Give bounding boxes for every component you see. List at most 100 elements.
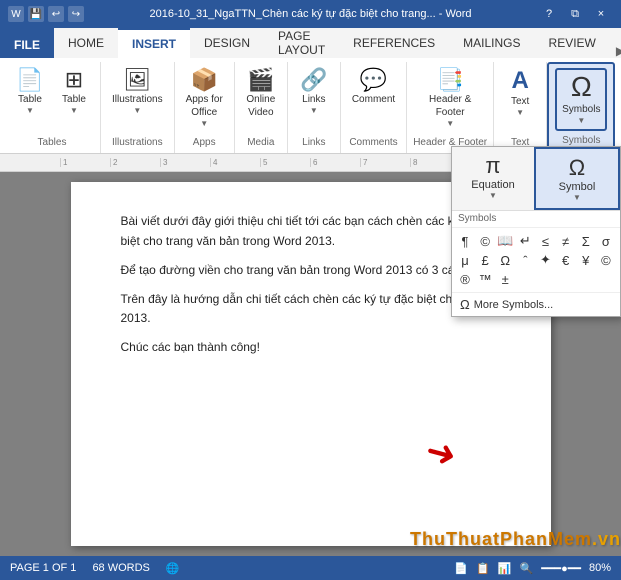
text-arrow: ▼	[516, 108, 524, 118]
illustrations-content: 🖼 Illustrations ▼	[107, 64, 168, 135]
tables-label: Tables	[10, 135, 94, 151]
save-icon[interactable]: 💾	[28, 6, 44, 22]
word-icon: W	[8, 6, 24, 22]
symbol-arrow: ▼	[573, 193, 581, 202]
text-content: A Text ▼	[500, 64, 540, 135]
window-controls: ? ⧉ ×	[537, 4, 613, 24]
symbol-book[interactable]: 📖	[496, 232, 514, 250]
comment-button[interactable]: 💬 Comment	[347, 66, 400, 109]
apps-label: Apps	[181, 135, 228, 151]
symbol-sigma[interactable]: σ	[597, 232, 615, 250]
table-icon: ⊞	[65, 69, 83, 91]
pages-icon: 📄	[16, 69, 43, 91]
close-button[interactable]: ×	[589, 4, 613, 24]
tab-insert[interactable]: INSERT	[118, 28, 190, 58]
symbol-leq[interactable]: ≤	[537, 232, 555, 250]
illustrations-label: Illustrations	[107, 135, 168, 151]
online-video-button[interactable]: 🎬 OnlineVideo	[241, 66, 281, 122]
more-tabs[interactable]: ▶	[610, 44, 621, 58]
symbol-mu[interactable]: μ	[456, 251, 474, 269]
symbol-caret[interactable]: ˆ	[516, 251, 534, 269]
symbol-pilcrow[interactable]: ¶	[456, 232, 474, 250]
ruler-mark-4: 4	[210, 158, 260, 167]
pi-icon: π	[485, 153, 500, 179]
symbol-yen[interactable]: ¥	[577, 251, 595, 269]
omega-popup-icon: Ω	[569, 155, 585, 181]
tab-page-layout[interactable]: PAGE LAYOUT	[264, 28, 339, 58]
header-footer-content: 📑 Header &Footer ▼	[424, 64, 476, 135]
tab-mailings[interactable]: MAILINGS	[449, 28, 534, 58]
symbol-extra[interactable]	[516, 270, 534, 288]
title-bar-icons: W 💾 ↩ ↪	[8, 6, 84, 22]
paragraph-3: Trên đây là hướng dẫn chi tiết cách chèn…	[121, 290, 501, 328]
symbols-content: Ω Symbols ▼	[555, 66, 607, 133]
undo-icon[interactable]: ↩	[48, 6, 64, 22]
view-icon-1[interactable]: 📄	[454, 562, 468, 575]
header-footer-arrow: ▼	[446, 119, 454, 129]
symbol-neq[interactable]: ≠	[557, 232, 575, 250]
equation-button[interactable]: π Equation ▼	[452, 147, 534, 210]
symbol-asterisk[interactable]: ✦	[537, 251, 555, 269]
table-arrow: ▼	[70, 106, 78, 116]
links-label: Links	[294, 135, 334, 151]
equation-arrow: ▼	[489, 191, 497, 200]
ruler-mark-7: 7	[360, 158, 410, 167]
group-links: 🔗 Links ▼ Links	[288, 62, 341, 153]
tab-design[interactable]: DESIGN	[190, 28, 264, 58]
restore-button[interactable]: ⧉	[563, 4, 587, 24]
redo-icon[interactable]: ↪	[68, 6, 84, 22]
word-count: 68 WORDS	[92, 562, 149, 574]
tab-home[interactable]: HOME	[54, 28, 118, 58]
illustrations-button[interactable]: 🖼 Illustrations ▼	[107, 66, 168, 119]
symbol-euro[interactable]: €	[557, 251, 575, 269]
video-icon: 🎬	[247, 69, 274, 91]
table-button[interactable]: ⊞ Table ▼	[54, 66, 94, 119]
more-symbols-button[interactable]: Ω More Symbols...	[452, 292, 620, 316]
status-left: PAGE 1 OF 1 68 WORDS 🌐	[10, 562, 180, 575]
ribbon-tabs: HOME INSERT DESIGN PAGE LAYOUT REFERENCE…	[54, 28, 621, 58]
header-footer-button[interactable]: 📑 Header &Footer ▼	[424, 66, 476, 132]
zoom-slider[interactable]: ━━━●━━	[541, 562, 581, 575]
omega-small-icon: Ω	[460, 297, 470, 312]
zoom-level: 80%	[589, 562, 611, 574]
help-button[interactable]: ?	[537, 4, 561, 24]
links-button[interactable]: 🔗 Links ▼	[294, 66, 334, 119]
symbols-popup-header: π Equation ▼ Ω Symbol ▼	[452, 147, 620, 211]
apps-arrow: ▼	[200, 119, 208, 129]
symbol-copyright2[interactable]: ©	[597, 251, 615, 269]
symbol-trademark[interactable]: ™	[476, 270, 494, 288]
symbol-omega[interactable]: Ω	[496, 251, 514, 269]
ruler-numbers: 1 2 3 4 5 6 7 8	[60, 158, 460, 167]
apps-button[interactable]: 📦 Apps forOffice ▼	[181, 66, 228, 132]
ruler-mark-6: 6	[310, 158, 360, 167]
symbol-pound[interactable]: £	[476, 251, 494, 269]
pages-button[interactable]: 📄 Table ▼	[10, 66, 50, 119]
tab-review[interactable]: REVIEW	[535, 28, 610, 58]
view-icon-2[interactable]: 📋	[476, 562, 490, 575]
tab-references[interactable]: REFERENCES	[339, 28, 449, 58]
file-tab[interactable]: FILE	[0, 32, 54, 58]
symbol-return[interactable]: ↵	[516, 232, 534, 250]
group-apps: 📦 Apps forOffice ▼ Apps	[175, 62, 235, 153]
symbol-copyright[interactable]: ©	[476, 232, 494, 250]
illustrations-icon: 🖼	[123, 69, 151, 91]
symbol-sigma-cap[interactable]: Σ	[577, 232, 595, 250]
text-button[interactable]: A Text ▼	[500, 66, 540, 121]
view-icon-4[interactable]: 🔍	[520, 562, 534, 575]
symbols-button[interactable]: Ω Symbols ▼	[555, 68, 607, 131]
view-icon-3[interactable]: 📊	[498, 562, 512, 575]
tables-content: 📄 Table ▼ ⊞ Table ▼	[10, 64, 94, 135]
ruler-mark-5: 5	[260, 158, 310, 167]
links-arrow: ▼	[310, 106, 318, 116]
group-header-footer: 📑 Header &Footer ▼ Header & Footer	[407, 62, 494, 153]
symbol-registered[interactable]: ®	[456, 270, 474, 288]
ribbon: 📄 Table ▼ ⊞ Table ▼ Tables 🖼 Illustratio…	[0, 58, 621, 154]
paragraph-1: Bài viết dưới đây giới thiệu chi tiết tớ…	[121, 212, 501, 250]
symbols-popup: π Equation ▼ Ω Symbol ▼ Symbols ¶ © 📖 ↵ …	[451, 146, 621, 317]
group-tables: 📄 Table ▼ ⊞ Table ▼ Tables	[4, 62, 101, 153]
header-footer-icon: 📑	[436, 69, 463, 91]
paragraph-4: Chúc các bạn thành công!	[121, 338, 501, 357]
symbol-plusminus[interactable]: ±	[496, 270, 514, 288]
comments-content: 💬 Comment	[347, 64, 400, 135]
symbol-dropdown-button[interactable]: Ω Symbol ▼	[534, 147, 620, 210]
